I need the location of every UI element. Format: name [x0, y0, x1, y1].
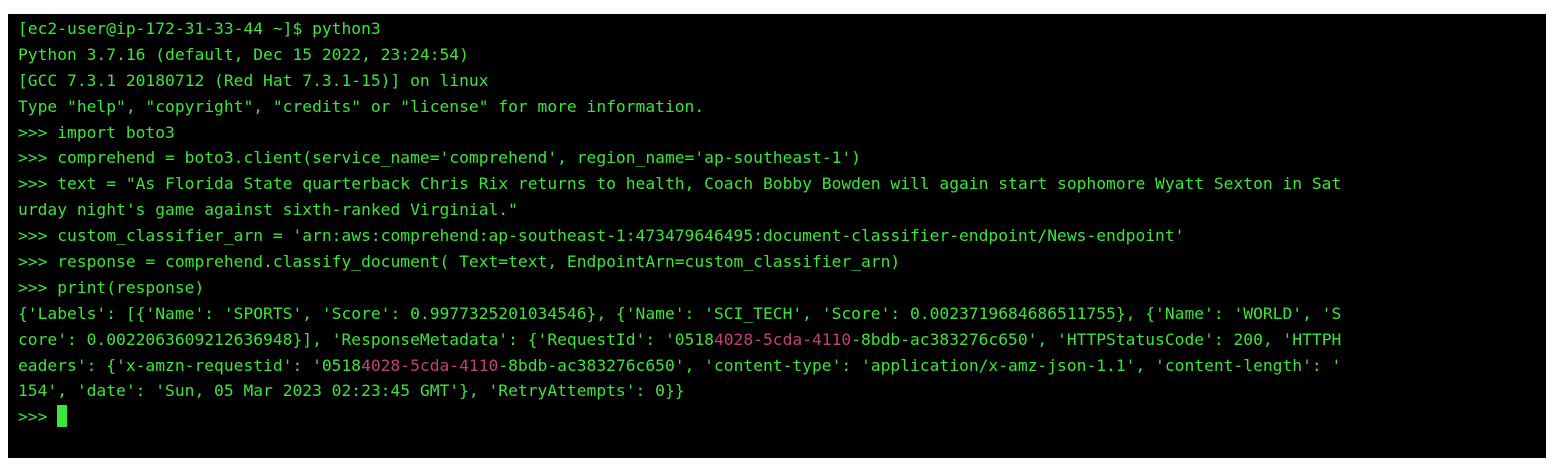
terminal-line: [GCC 7.3.1 20180712 (Red Hat 7.3.1-15)] …: [18, 70, 489, 90]
cursor: [57, 405, 68, 428]
terminal-line: >>> custom_classifier_arn = 'arn:aws:com…: [18, 226, 1185, 246]
terminal-line: >>> response = comprehend.classify_docum…: [18, 252, 901, 272]
highlighted-text: 4028-5cda-4110: [361, 355, 499, 375]
terminal-line: Type "help", "copyright", "credits" or "…: [18, 96, 705, 116]
terminal-line: Python 3.7.16 (default, Dec 15 2022, 23:…: [18, 44, 469, 64]
output-text: eaders': {'x-amzn-requestid': '0518: [18, 355, 362, 375]
terminal-prompt-line[interactable]: >>>: [18, 404, 1542, 430]
terminal-line: urday night's game against sixth-ranked …: [18, 200, 518, 220]
terminal-line: core': 0.0022063609212636948}], 'Respons…: [18, 327, 1542, 353]
terminal-line: eaders': {'x-amzn-requestid': '05184028-…: [18, 353, 1542, 379]
prompt: >>>: [18, 407, 58, 427]
terminal-line: >>> import boto3: [18, 122, 175, 142]
terminal-line: 154', 'date': 'Sun, 05 Mar 2023 02:23:45…: [18, 381, 685, 401]
terminal-window[interactable]: [ec2-user@ip-172-31-33-44 ~]$ python3 Py…: [8, 14, 1546, 458]
terminal-line: >>> print(response): [18, 277, 205, 297]
terminal-line: >>> comprehend = boto3.client(service_na…: [18, 148, 861, 168]
highlighted-text: 4028-5cda-4110: [713, 329, 852, 349]
output-text: -8bdb-ac383276c650', 'HTTPStatusCode': 2…: [851, 329, 1342, 349]
output-text: -8bdb-ac383276c650', 'content-type': 'ap…: [498, 355, 1342, 375]
output-text: core': 0.0022063609212636948}], 'Respons…: [18, 329, 714, 349]
terminal-line: {'Labels': [{'Name': 'SPORTS', 'Score': …: [18, 303, 1342, 323]
terminal-line: >>> text = "As Florida State quarterback…: [18, 174, 1342, 194]
terminal-line: [ec2-user@ip-172-31-33-44 ~]$ python3: [18, 19, 381, 38]
